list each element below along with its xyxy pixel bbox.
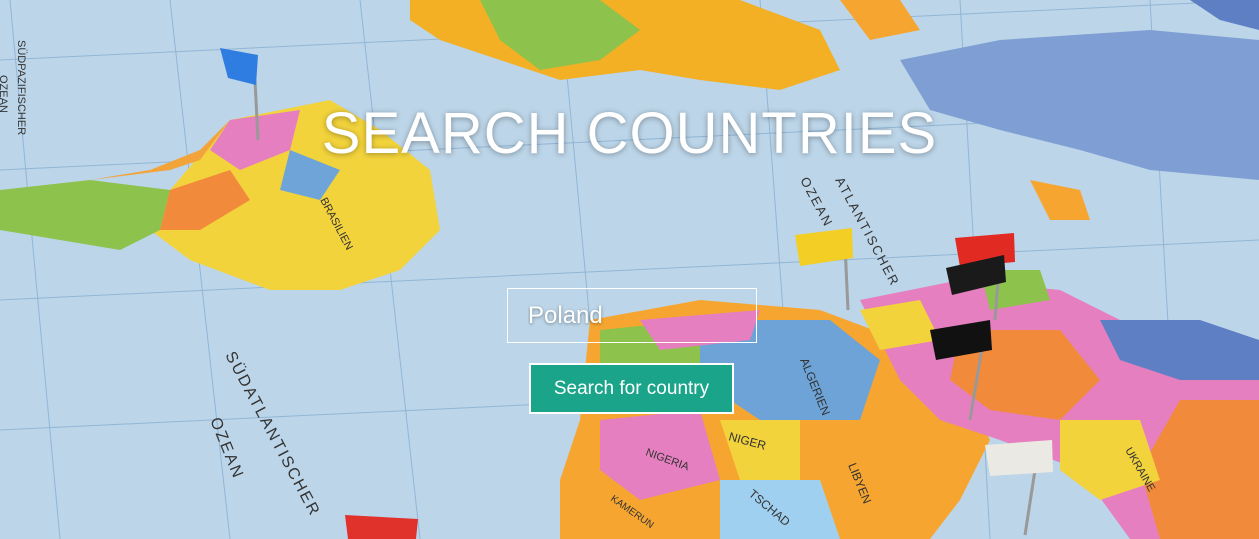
country-search-input[interactable]: [507, 288, 757, 343]
hero-section: SÜDATLANTISCHER OZEAN OZEAN ATLANTISCHER…: [0, 0, 1259, 539]
page-title: SEARCH COUNTRIES: [321, 101, 938, 166]
world-map-background: SÜDATLANTISCHER OZEAN OZEAN ATLANTISCHER…: [0, 0, 1259, 539]
search-country-button[interactable]: Search for country: [529, 363, 734, 414]
